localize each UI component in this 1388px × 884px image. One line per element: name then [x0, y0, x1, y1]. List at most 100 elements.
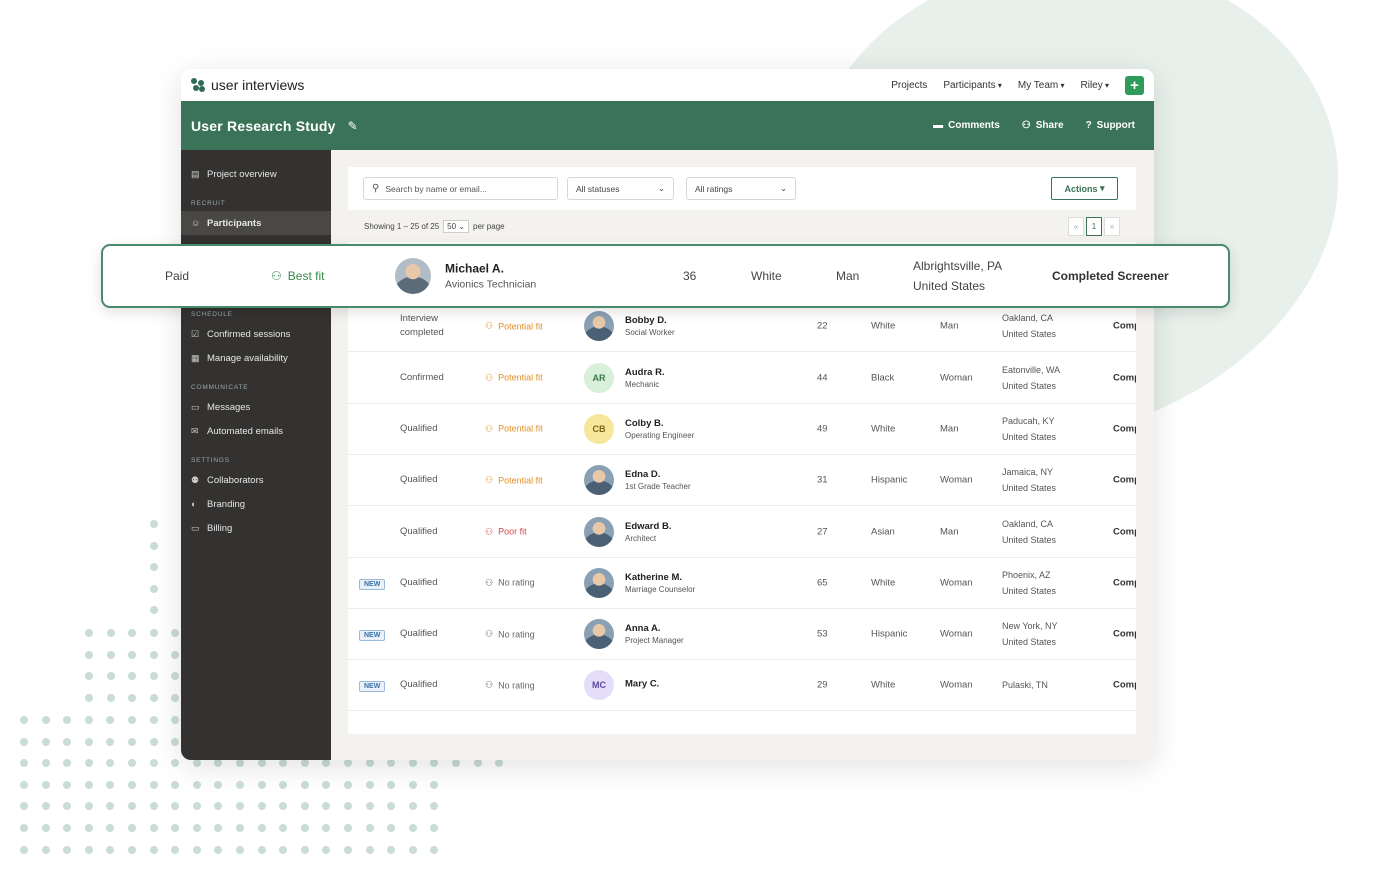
- participant-name-block[interactable]: Katherine M. Marriage Counselor: [625, 572, 695, 594]
- sidebar-item-billing[interactable]: ▭ Billing: [181, 516, 331, 540]
- edit-pencil-icon[interactable]: ✎: [348, 119, 358, 133]
- question-icon: ?: [1085, 120, 1092, 131]
- decor-dot: [171, 802, 180, 811]
- support-button[interactable]: ? Support: [1086, 120, 1135, 131]
- participant-name-block[interactable]: Audra R. Mechanic: [625, 367, 665, 389]
- table-row[interactable]: NEW Qualified ⚇ No rating MC Mary C. 29 White Wo…: [348, 660, 1136, 712]
- decor-dot: [322, 759, 331, 768]
- participant-age: 31: [817, 474, 828, 486]
- decor-dot: [300, 780, 309, 789]
- participant-rating[interactable]: ⚇ Potential fit: [485, 475, 543, 486]
- participant-stage: Comp: [1113, 320, 1136, 332]
- sidebar-item-label: Participants: [207, 217, 262, 229]
- participant-rating[interactable]: ⚇ Potential fit: [485, 321, 543, 332]
- participant-race: White: [871, 577, 896, 589]
- participant-race: White: [871, 423, 896, 435]
- participant-rating[interactable]: ⚇ Best fit: [271, 269, 324, 283]
- participant-rating[interactable]: ⚇ No rating: [485, 577, 535, 588]
- decor-dot: [257, 824, 266, 832]
- search-input[interactable]: ⚲ Search by name or email...: [363, 177, 558, 200]
- participant-rating[interactable]: ⚇ Poor fit: [485, 526, 527, 537]
- decor-dot: [63, 716, 72, 724]
- decor-dot: [495, 759, 504, 768]
- actions-label: Actions: [1064, 183, 1098, 194]
- avatar: [584, 311, 614, 342]
- location-city: Pulaski, TN: [1002, 680, 1048, 691]
- per-page-select[interactable]: 50 ⌄: [443, 219, 470, 233]
- participant-rating[interactable]: ⚇ No rating: [485, 629, 535, 640]
- participant-race: Hispanic: [871, 628, 908, 640]
- decor-dot: [344, 824, 352, 832]
- participant-name-block[interactable]: Michael A. Avionics Technician: [445, 262, 536, 291]
- highlighted-participant-row[interactable]: Paid ⚇ Best fit Michael A. Avionics Techn…: [101, 244, 1230, 308]
- rating-icon: ⚇: [485, 474, 494, 485]
- decor-dot: [150, 606, 158, 615]
- table-row[interactable]: NEW Qualified ⚇ No rating Katherine M. Marria…: [348, 558, 1136, 609]
- add-button[interactable]: +: [1125, 75, 1144, 95]
- location-city: Albrightsville, PA: [913, 259, 1003, 273]
- participant-rating[interactable]: ⚇ Potential fit: [485, 423, 543, 434]
- decor-dot: [150, 520, 158, 528]
- location-country: United States: [1002, 380, 1057, 391]
- participant-age: 65: [817, 577, 828, 589]
- decor-dot: [149, 737, 158, 746]
- participant-stage: Comp: [1113, 628, 1136, 640]
- participant-name-block[interactable]: Edward B. Architect: [625, 521, 671, 543]
- logo[interactable]: user interviews: [191, 77, 304, 93]
- location-country: United States: [1002, 534, 1057, 545]
- table-row[interactable]: Qualified ⚇ Potential fit CB Colby B. Operati…: [348, 404, 1136, 455]
- share-button[interactable]: ⚇ Share: [1022, 120, 1064, 131]
- sidebar-item-confirmed-sessions[interactable]: ☑ Confirmed sessions: [181, 322, 331, 346]
- next-page-button[interactable]: »: [1104, 216, 1120, 236]
- decor-dot: [387, 759, 396, 768]
- participant-name-block[interactable]: Anna A. Project Manager: [625, 623, 684, 645]
- decor-dot: [344, 802, 352, 811]
- prev-page-button[interactable]: «: [1068, 216, 1084, 236]
- chevron-down-icon: ⌄: [657, 183, 665, 193]
- rating-filter-select[interactable]: All ratings ⌄: [686, 177, 796, 200]
- sidebar-item-project-overview[interactable]: ▤ Project overview: [181, 162, 331, 186]
- participant-job: Marriage Counselor: [625, 584, 696, 594]
- logo-text: user interviews: [211, 77, 305, 93]
- participant-name-block[interactable]: Edna D. 1st Grade Teacher: [625, 469, 691, 491]
- sidebar-item-participants[interactable]: ☺ Participants: [181, 211, 331, 235]
- sidebar-item-messages[interactable]: ▭ Messages: [181, 395, 331, 419]
- decor-dot: [344, 759, 352, 768]
- comments-button[interactable]: ▬ Comments: [933, 120, 1000, 131]
- sidebar-item-manage-availability[interactable]: ▦ Manage availability: [181, 346, 331, 370]
- decor-dot: [192, 759, 201, 768]
- nav-my-team[interactable]: My Team: [1018, 80, 1065, 91]
- status-filter-select[interactable]: All statuses ⌄: [567, 177, 674, 200]
- table-row[interactable]: Qualified ⚇ Poor fit Edward B. Architect 27 As…: [348, 507, 1136, 558]
- participant-gender: Woman: [940, 474, 973, 486]
- participant-job: Mechanic: [625, 379, 660, 389]
- participant-name-block[interactable]: Bobby D. Social Worker: [625, 315, 675, 337]
- decor-dot: [171, 824, 180, 832]
- participant-rating[interactable]: ⚇ No rating: [485, 680, 535, 691]
- table-row[interactable]: Confirmed ⚇ Potential fit AR Audra R. Mechani…: [348, 353, 1136, 404]
- participant-rating[interactable]: ⚇ Potential fit: [485, 372, 543, 383]
- nav-projects[interactable]: Projects: [891, 80, 927, 91]
- participant-name-block[interactable]: Colby B. Operating Engineer: [625, 418, 694, 440]
- table-row[interactable]: Qualified ⚇ Potential fit Edna D. 1st Grade …: [348, 455, 1136, 507]
- decor-dot: [214, 824, 223, 832]
- participant-name-block[interactable]: Mary C.: [625, 679, 659, 692]
- decor-dot: [150, 584, 158, 593]
- table-row[interactable]: Interview completed ⚇ Potential fit Bobby D…: [348, 301, 1136, 353]
- page-button-current[interactable]: 1: [1086, 216, 1102, 236]
- nav-user-menu[interactable]: Riley: [1081, 80, 1109, 91]
- pagination-bar: Showing 1 – 25 of 25 50 ⌄ per page « 1 »: [348, 210, 1136, 242]
- sidebar-item-branding[interactable]: ◐ Branding: [181, 492, 331, 516]
- nav-participants[interactable]: Participants: [943, 80, 1002, 91]
- sidebar-item-automated-emails[interactable]: ✉ Automated emails: [181, 419, 331, 443]
- actions-button[interactable]: Actions ▾: [1051, 177, 1118, 200]
- sidebar-item-label: Confirmed sessions: [207, 328, 291, 340]
- location-city: Oakland, CA: [1002, 313, 1054, 324]
- table-row[interactable]: NEW Qualified ⚇ No rating Anna A. Project Man…: [348, 609, 1136, 661]
- decor-dot: [171, 629, 180, 637]
- document-icon: ▤: [191, 168, 200, 179]
- sidebar-item-collaborators[interactable]: ⚉ Collaborators: [181, 468, 331, 492]
- avatar: [584, 516, 614, 547]
- decor-dot: [279, 780, 288, 789]
- participant-stage: Comp: [1113, 372, 1136, 384]
